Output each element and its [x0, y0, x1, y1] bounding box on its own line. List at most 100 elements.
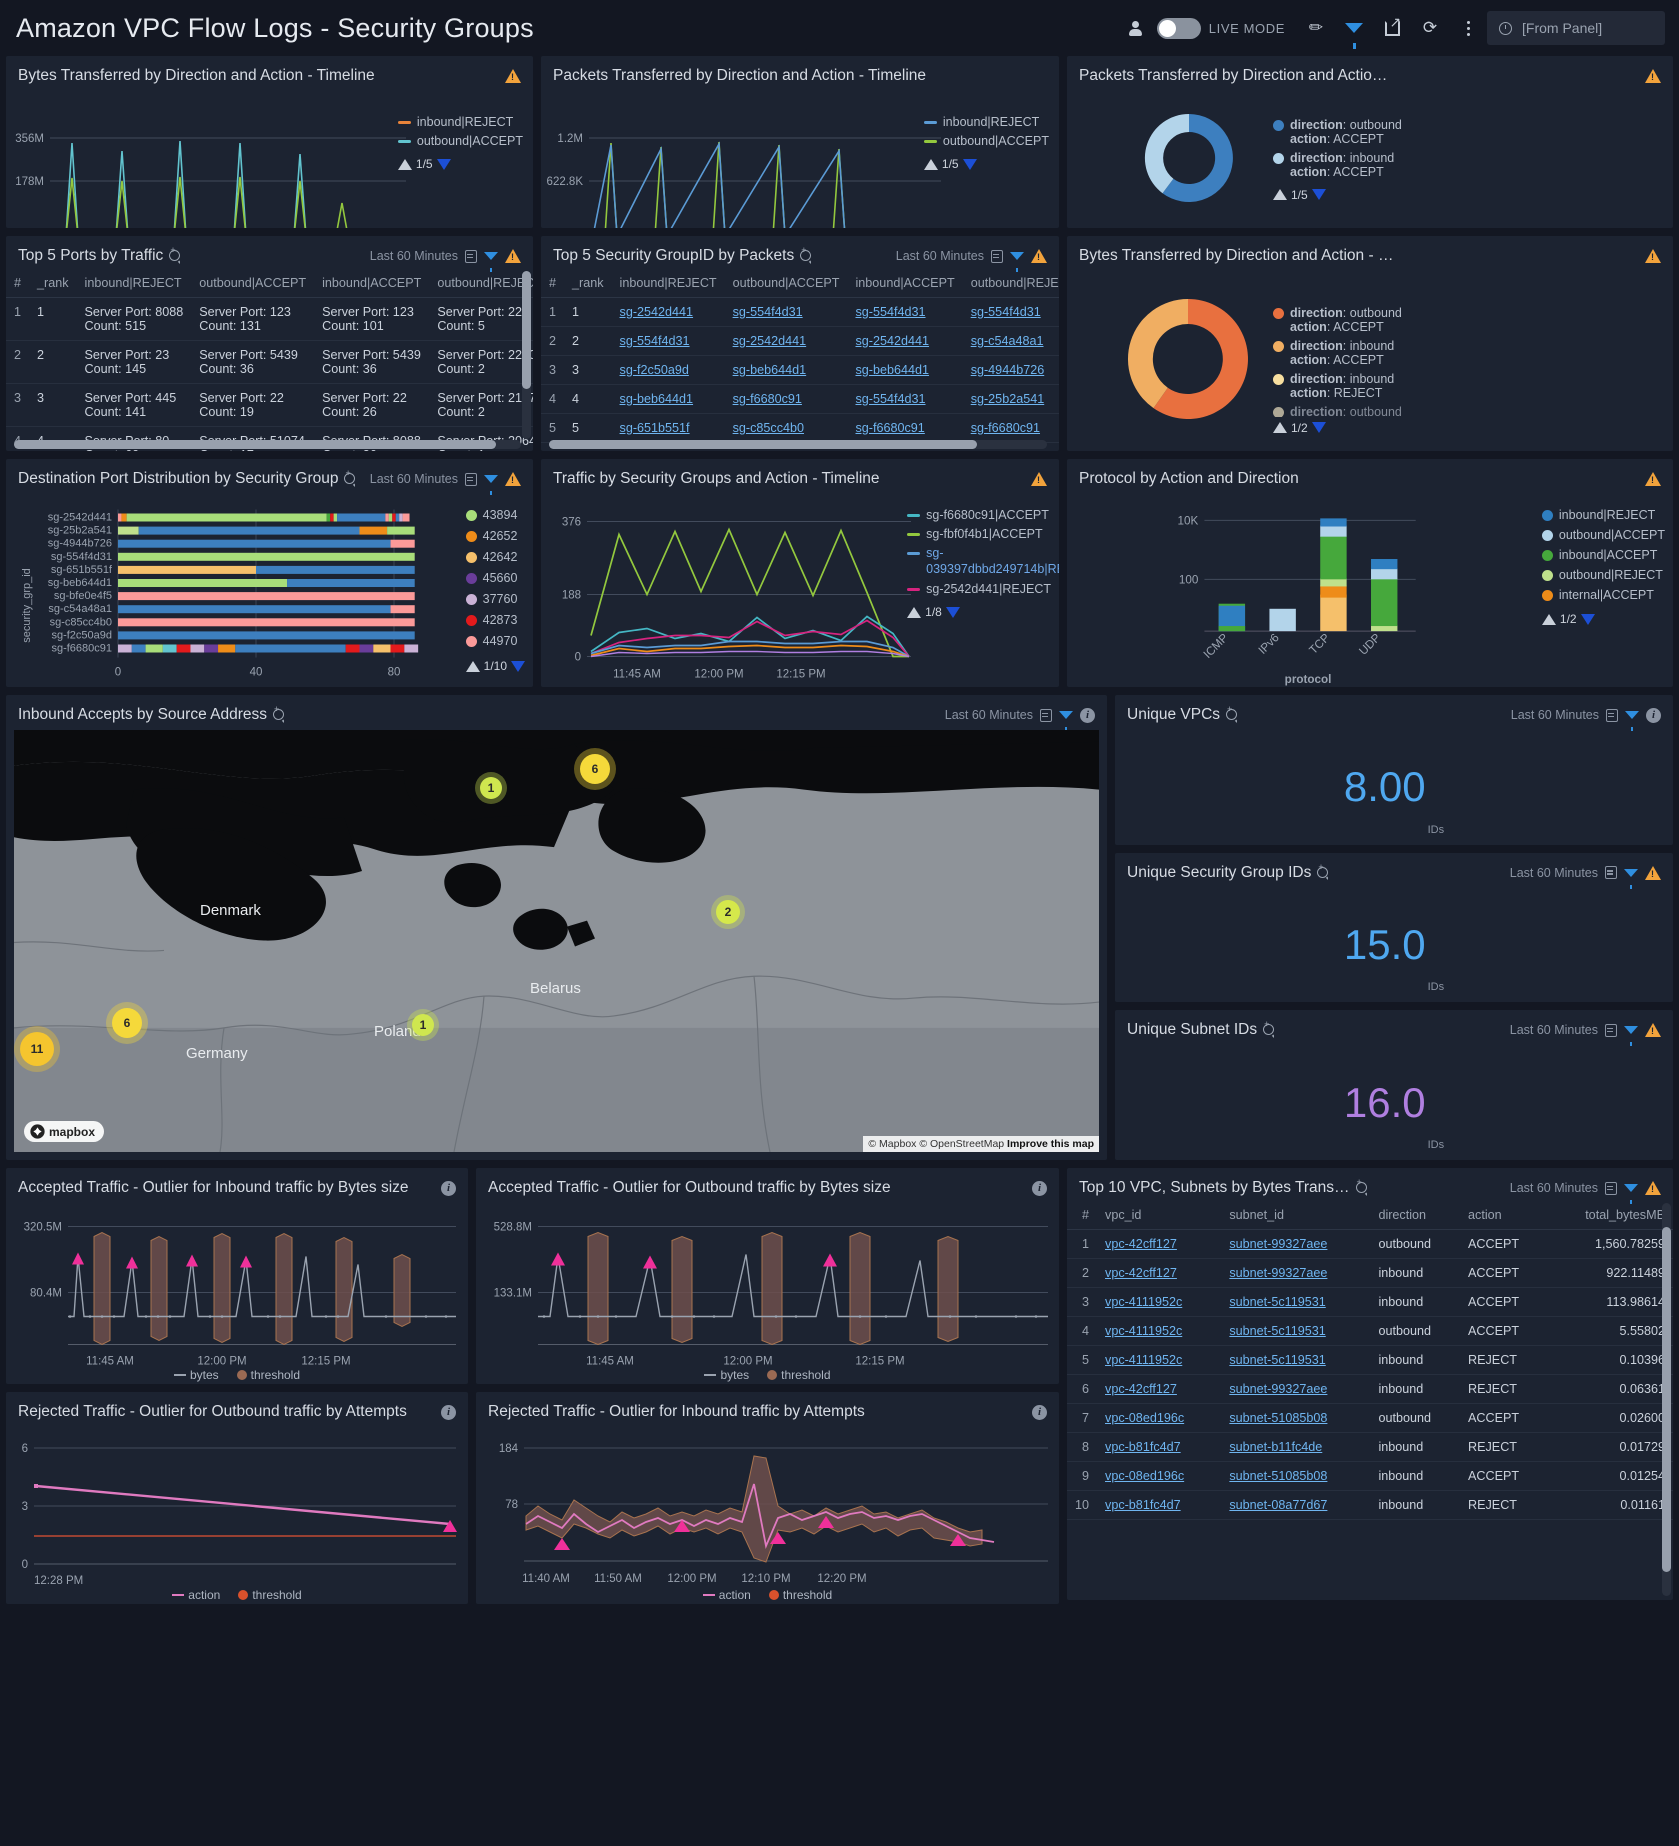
refresh-icon[interactable]: ⟳ [1411, 11, 1449, 45]
mapbox-map[interactable]: Denmark Belarus Poland Germany 1 6 2 6 1… [14, 730, 1099, 1152]
cell-link[interactable]: subnet-51085b08 [1229, 1469, 1327, 1483]
legend-item[interactable]: 37760 [465, 592, 525, 606]
table-row[interactable]: 9 vpc-08ed196c subnet-51085b08 inbound ACCEP… [1067, 1461, 1673, 1491]
table-row[interactable]: 1 1 sg-2542d441 sg-554f4d31 sg-554f4d31 sg-55… [541, 297, 1059, 327]
warning-icon[interactable] [505, 249, 521, 263]
bar-segment[interactable] [118, 579, 288, 587]
bar-segment[interactable] [131, 644, 146, 653]
bar-segment[interactable] [392, 513, 396, 522]
table-row[interactable]: 4 vpc-4111952c subnet-5c119531 outbound ACCE… [1067, 1316, 1673, 1346]
legend-item[interactable]: sg-fbf0f4b1|ACCEPT [907, 527, 1051, 541]
bar-segment[interactable] [118, 565, 256, 574]
table-row[interactable]: 7 vpc-08ed196c subnet-51085b08 outbound ACCE… [1067, 1403, 1673, 1433]
cell-link[interactable]: sg-554f4d31 [971, 305, 1041, 319]
filter-icon[interactable] [1335, 11, 1373, 49]
legend-pager[interactable]: 1/5 [1273, 188, 1402, 202]
bar-segment[interactable] [390, 605, 415, 614]
horizontal-scrollbar[interactable] [549, 440, 1047, 449]
table-row[interactable]: 3 3 sg-f2c50a9d sg-beb644d1 sg-beb644d1 sg-49… [541, 355, 1059, 385]
filter-icon[interactable] [1624, 1026, 1638, 1047]
legend-pager[interactable]: 1/5 [923, 157, 1049, 171]
legend-pager[interactable]: 1/2 [1273, 421, 1326, 435]
legend-pager[interactable]: 1/10 [465, 659, 525, 673]
live-mode-toggle[interactable] [1156, 17, 1201, 39]
map-marker[interactable]: 11 [20, 1032, 54, 1066]
bar-segment[interactable] [218, 644, 236, 653]
cell-link[interactable]: vpc-42cff127 [1105, 1266, 1177, 1280]
legend-item[interactable]: outbound|ACCEPT [397, 134, 523, 148]
legend-item[interactable]: direction: outbound action: ACCEPT [1273, 118, 1402, 146]
cell-link[interactable]: sg-c54a48a1 [971, 334, 1044, 348]
mapbox-logo[interactable]: mapbox [24, 1121, 105, 1142]
info-icon[interactable]: i [1646, 707, 1661, 723]
legend-item[interactable]: sg-2542d441|REJECT [907, 582, 1051, 596]
legend-item[interactable]: bytes [704, 1368, 749, 1382]
table-row[interactable]: 1 1 Server Port: 8088 Count: 515 Server Port… [6, 297, 533, 341]
horizontal-scrollbar[interactable] [14, 440, 521, 449]
legend-pager[interactable]: 1/5 [397, 157, 523, 171]
cell-link[interactable]: subnet-51085b08 [1229, 1411, 1327, 1425]
bar-segment[interactable] [118, 539, 391, 548]
warning-icon[interactable] [1645, 1181, 1661, 1195]
cell-link[interactable]: sg-beb644d1 [620, 392, 694, 406]
warning-icon[interactable] [1645, 249, 1661, 263]
table-row[interactable]: 5 5 sg-651b551f sg-c85cc4b0 sg-f6680c91 sg-f6… [541, 413, 1059, 443]
table-row[interactable]: 2 2 Server Port: 23 Count: 145 Server Port: … [6, 340, 533, 384]
pencil-icon[interactable]: ✏ [1297, 11, 1335, 45]
database-icon[interactable] [1605, 1023, 1617, 1037]
cell-link[interactable]: sg-554f4d31 [856, 305, 926, 319]
bar-segment[interactable] [395, 513, 400, 522]
bar-segment[interactable] [162, 644, 177, 653]
bar-segment[interactable] [359, 644, 374, 653]
cell-link[interactable]: sg-2542d441 [733, 334, 807, 348]
cell-link[interactable]: sg-2542d441 [856, 334, 930, 348]
table-row[interactable]: 5 vpc-4111952c subnet-5c119531 inbound REJEC… [1067, 1345, 1673, 1375]
cell-link[interactable]: sg-651b551f [620, 421, 690, 435]
cell-link[interactable]: sg-25b2a541 [971, 392, 1045, 406]
legend-item[interactable]: outbound|ACCEPT [923, 134, 1049, 148]
cell-link[interactable]: sg-f6680c91 [733, 392, 802, 406]
cell-link[interactable]: sg-c85cc4b0 [733, 421, 804, 435]
warning-icon[interactable] [1645, 865, 1661, 880]
legend-item[interactable]: 42652 [465, 529, 525, 543]
bar-segment[interactable] [387, 526, 415, 535]
database-icon[interactable] [465, 249, 477, 263]
warning-icon[interactable] [1645, 69, 1661, 83]
legend-item[interactable]: direction: outbound [1273, 405, 1402, 417]
legend-item[interactable]: sg-039397dbbd249714b|REJECT [907, 546, 1059, 577]
cell-link[interactable]: subnet-08a77d67 [1229, 1498, 1327, 1512]
attrib-osm[interactable]: © OpenStreetMap [919, 1138, 1004, 1150]
time-range-picker[interactable]: [From Panel] [1487, 11, 1665, 45]
cell-link[interactable]: sg-2542d441 [620, 305, 694, 319]
legend-item[interactable]: 42873 [465, 613, 525, 627]
database-icon[interactable] [465, 472, 477, 486]
table-row[interactable]: 3 vpc-4111952c subnet-5c119531 inbound ACCEP… [1067, 1287, 1673, 1317]
bar-segment[interactable] [390, 539, 415, 548]
legend-item[interactable]: threshold [768, 1588, 832, 1602]
warning-icon[interactable] [1645, 472, 1661, 486]
database-icon[interactable] [991, 249, 1003, 263]
bar-segment[interactable] [118, 552, 415, 561]
vertical-scrollbar[interactable] [1662, 1203, 1671, 1596]
bar-segment[interactable] [390, 644, 405, 653]
cell-link[interactable]: vpc-b81fc4d7 [1105, 1440, 1181, 1454]
bar-segment[interactable] [118, 526, 139, 535]
table-row[interactable]: 8 vpc-b81fc4d7 subnet-b11fc4de inbound REJEC… [1067, 1432, 1673, 1462]
bar-segment[interactable] [235, 644, 346, 653]
cell-link[interactable]: vpc-42cff127 [1105, 1237, 1177, 1251]
legend-item[interactable]: sg-f6680c91|ACCEPT [907, 508, 1051, 522]
cell-link[interactable]: subnet-99327aee [1229, 1237, 1327, 1251]
bar-segment[interactable] [399, 513, 403, 522]
table-row[interactable]: 2 vpc-42cff127 subnet-99327aee inbound ACCEP… [1067, 1258, 1673, 1288]
legend-item[interactable]: 45660 [465, 571, 525, 585]
legend-item[interactable]: outbound|REJECT [1541, 568, 1665, 582]
bar-segment[interactable] [359, 526, 388, 535]
legend-pager[interactable]: 1/2 [1541, 612, 1665, 626]
cell-link[interactable]: vpc-4111952c [1105, 1324, 1182, 1338]
cell-link[interactable]: sg-4944b726 [971, 363, 1045, 377]
database-icon[interactable] [1605, 1181, 1617, 1195]
legend-item[interactable]: inbound|ACCEPT [1541, 548, 1665, 562]
filter-icon[interactable] [1624, 868, 1638, 889]
bar-segment[interactable] [118, 631, 415, 640]
filter-icon[interactable] [1624, 1184, 1638, 1204]
